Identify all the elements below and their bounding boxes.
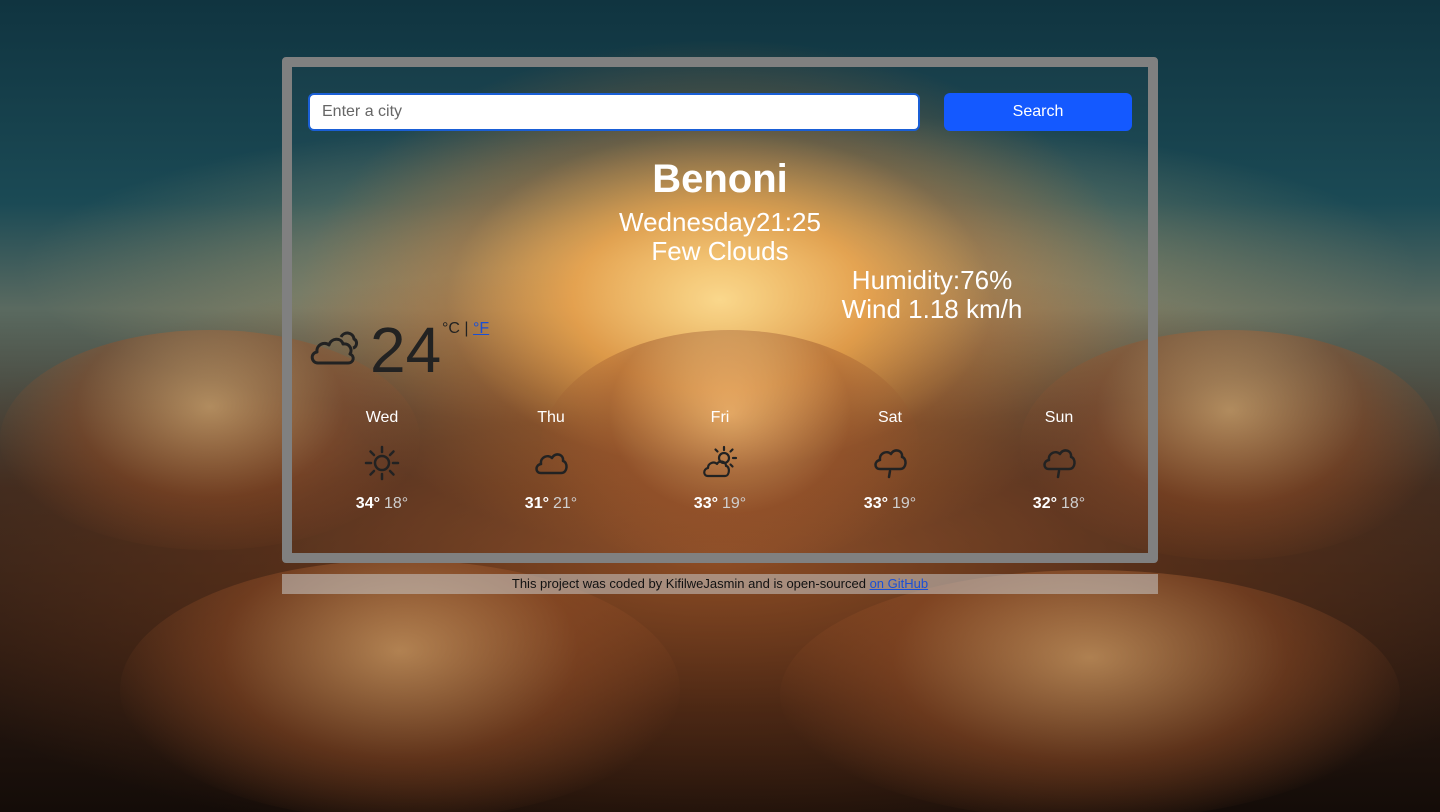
celsius-unit: °C	[442, 320, 460, 337]
forecast-temps: 33° 19°	[820, 495, 960, 513]
forecast-min: 19°	[722, 495, 747, 512]
cloud-icon	[535, 453, 568, 475]
forecast-max: 31°	[524, 495, 549, 512]
forecast-day: Thu 31° 21°	[481, 409, 621, 513]
forecast-day: Fri 33° 19°	[650, 409, 790, 513]
current-day: Wednesday	[619, 207, 756, 237]
forecast-temps: 31° 21°	[481, 495, 621, 513]
weather-description: Few Clouds	[651, 236, 789, 266]
forecast-day: Wed 34° 18°	[312, 409, 452, 513]
footer: This project was coded by KifilweJasmin …	[282, 574, 1158, 594]
forecast-max: 33°	[693, 495, 718, 512]
forecast-min: 18°	[1061, 495, 1086, 512]
forecast-min: 21°	[553, 495, 578, 512]
humidity: Humidity:76%	[832, 265, 1032, 296]
partly-cloudy-icon	[703, 445, 738, 478]
cloud-icon	[310, 331, 358, 365]
unit-toggle: °C | °F	[442, 320, 489, 338]
forecast-max: 33°	[863, 495, 888, 512]
forecast-day-name: Thu	[537, 409, 565, 426]
forecast-temps: 33° 19°	[650, 495, 790, 513]
current-time: 21:25	[755, 207, 821, 237]
wind-label: Wind	[841, 294, 901, 324]
rain-cloud-icon	[874, 449, 907, 479]
forecast-day-name: Sun	[1044, 409, 1074, 426]
forecast-temps: 34° 18°	[312, 495, 452, 513]
city-name: Benoni	[652, 157, 788, 201]
humidity-label: Humidity:	[851, 265, 961, 295]
date-time: Wednesday21:25	[292, 207, 1148, 238]
forecast-day: Sun 32° 18°	[989, 409, 1129, 513]
forecast-max: 32°	[1032, 495, 1057, 512]
forecast-day-name: Fri	[710, 409, 730, 426]
forecast-day: Sat 33° 19°	[820, 409, 960, 513]
humidity-value: 76%	[960, 265, 1013, 295]
github-link[interactable]: on GitHub	[870, 576, 929, 591]
wind: Wind 1.18 km/h	[832, 294, 1032, 325]
forecast-list: Wed 34° 18° Thu 31° 21° Fri 33° 19° Sat …	[292, 409, 1148, 549]
forecast-min: 19°	[892, 495, 917, 512]
weather-app-card: Search Benoni Wednesday21:25 Few Clouds …	[282, 57, 1158, 563]
sun-icon	[364, 445, 400, 481]
fahrenheit-link[interactable]: °F	[473, 320, 489, 337]
cloud-decoration	[780, 570, 1400, 812]
current-temperature: 24	[370, 314, 442, 386]
wind-value: 1.18 km/h	[908, 294, 1023, 324]
forecast-day-name: Sat	[877, 409, 902, 426]
rain-cloud-icon	[1043, 449, 1076, 479]
forecast-max: 34°	[355, 495, 380, 512]
footer-text: This project was coded by KifilweJasmin …	[511, 576, 870, 591]
search-button[interactable]: Search	[944, 93, 1132, 131]
city-search-input[interactable]	[308, 93, 920, 131]
unit-separator: |	[459, 320, 473, 337]
forecast-temps: 32° 18°	[989, 495, 1129, 513]
forecast-min: 18°	[384, 495, 409, 512]
cloud-decoration	[120, 560, 680, 812]
forecast-day-name: Wed	[365, 409, 399, 426]
